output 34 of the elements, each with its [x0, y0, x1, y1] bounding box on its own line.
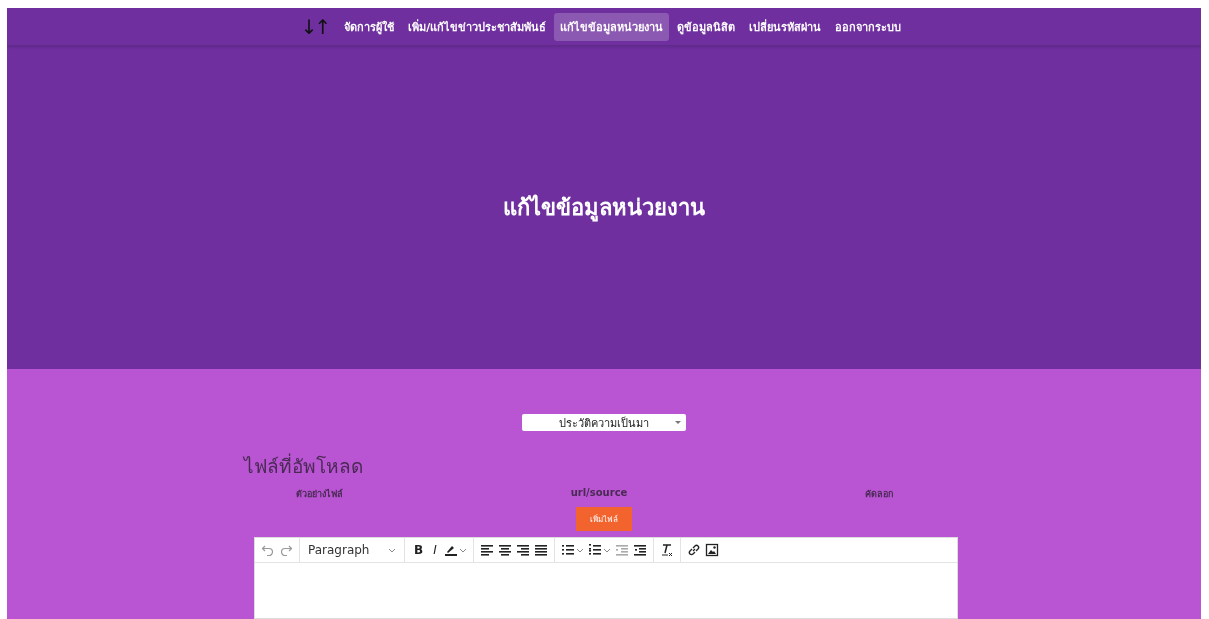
align-right-icon[interactable] [515, 543, 530, 557]
nav-link[interactable]: ออกจากระบบ [829, 12, 908, 41]
column-header: คัดลอก [864, 488, 894, 501]
undo-icon[interactable] [261, 543, 275, 557]
section-heading: ไฟล์ที่อัพโหลด [244, 452, 364, 479]
link-icon[interactable] [686, 543, 701, 557]
image-icon[interactable] [704, 543, 719, 557]
chevron-icon [602, 547, 611, 553]
indent-icon[interactable] [632, 543, 647, 557]
highlighter-icon[interactable] [443, 543, 458, 557]
bullet-list-icon[interactable] [560, 543, 575, 557]
page-title: แก้ไขข้อมูลหน่วยงาน [503, 193, 705, 224]
align-justify-icon[interactable] [533, 543, 548, 557]
nav-link[interactable]: ดูข้อมูลนิสิต [671, 12, 742, 41]
format-dropdown[interactable]: Paragraph [306, 543, 398, 557]
nav-link[interactable]: เปลี่ยนรหัสผ่าน [743, 12, 828, 41]
chevron-icon [388, 547, 396, 553]
bold-button[interactable]: B [411, 543, 427, 557]
chevron-icon [458, 547, 467, 553]
section-select[interactable]: ประวัติความเป็นมา [522, 414, 686, 431]
nav-link[interactable]: เพิ่ม/แก้ไขข่าวประชาสัมพันธ์ [402, 12, 553, 41]
align-center-icon[interactable] [497, 543, 512, 557]
italic-button[interactable]: I [430, 543, 440, 557]
column-header: ตัวอย่างไฟล์ [294, 487, 344, 501]
column-header: url/source [569, 487, 629, 500]
align-left-icon[interactable] [479, 543, 494, 557]
nav-link[interactable]: จัดการผู้ใช้ [338, 12, 401, 41]
numbered-list-icon[interactable] [587, 543, 602, 557]
nav-link[interactable]: แก้ไขข้อมูลหน่วยงาน [554, 12, 670, 41]
redo-icon[interactable] [279, 543, 293, 557]
chevron-icon [575, 547, 584, 553]
clear-format-icon[interactable] [659, 543, 674, 557]
dropdown-arrow-icon [675, 421, 681, 424]
rich-text-editor[interactable]: Paragraph B I [254, 537, 958, 619]
